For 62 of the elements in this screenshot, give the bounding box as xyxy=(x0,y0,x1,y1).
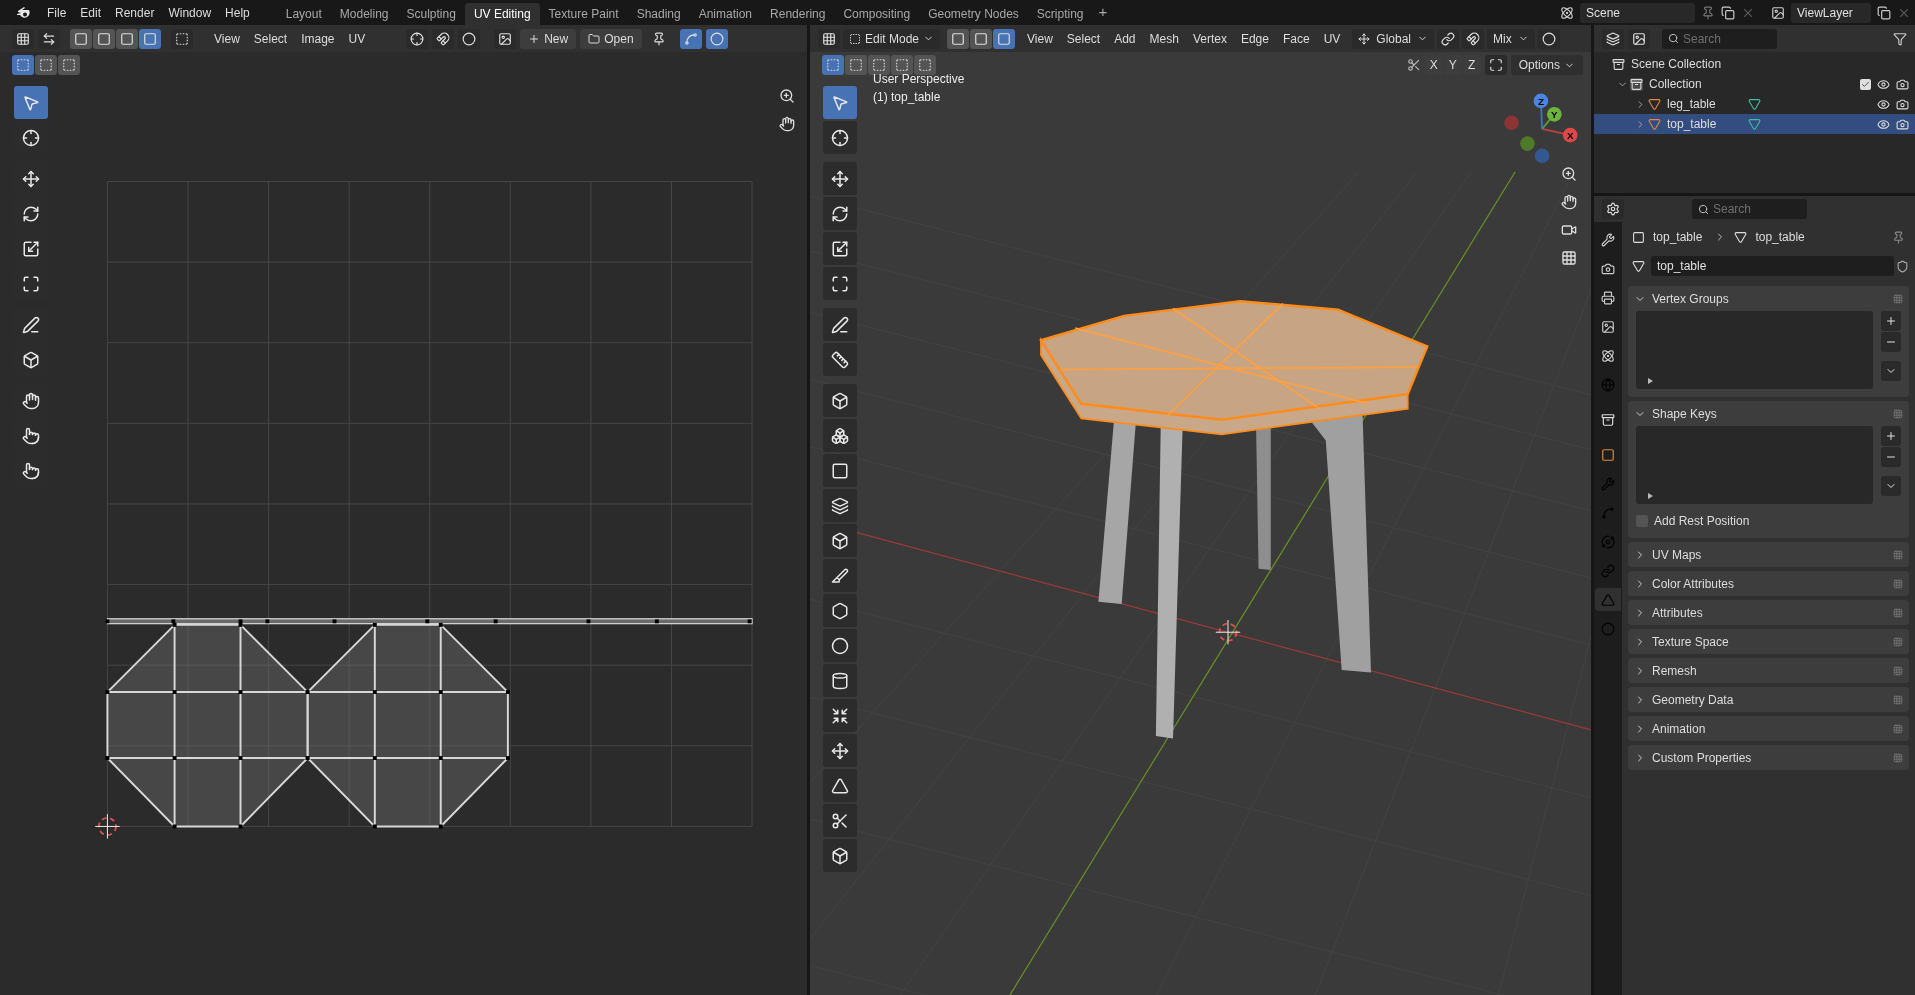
orientation-dropdown[interactable]: Global xyxy=(1352,28,1434,49)
workspace-tab[interactable]: UV Editing xyxy=(464,3,540,25)
menu-item[interactable]: File xyxy=(40,2,74,23)
outliner-row[interactable]: top_table xyxy=(1594,114,1915,134)
panel-header[interactable]: Color Attributes xyxy=(1628,571,1909,596)
panel-header[interactable]: Attributes xyxy=(1628,600,1909,625)
menu-item[interactable]: Edit xyxy=(73,2,109,23)
workspace-tab[interactable]: Shading xyxy=(627,3,690,25)
menu-item[interactable]: Select xyxy=(1059,28,1108,49)
panel-header[interactable]: Shape Keys xyxy=(1628,401,1909,426)
workspace-tab[interactable]: Layout xyxy=(276,3,331,25)
menu-item[interactable]: UV xyxy=(1316,28,1348,49)
outliner-row[interactable]: Collection xyxy=(1594,74,1915,94)
panel-header[interactable]: Geometry Data xyxy=(1628,687,1909,712)
menu-item[interactable]: Image xyxy=(294,28,342,49)
workspace-tab[interactable]: Compositing xyxy=(834,3,920,25)
outliner-label: leg_table xyxy=(1667,96,1716,113)
menu-item[interactable]: Help xyxy=(218,2,257,23)
panel-header[interactable]: Custom Properties xyxy=(1628,745,1909,770)
outliner-row[interactable]: Scene Collection xyxy=(1594,54,1915,74)
snap-target-dropdown[interactable]: Mix xyxy=(1487,28,1535,49)
open-image-button[interactable]: Open xyxy=(580,28,642,49)
panel-header[interactable]: Texture Space xyxy=(1628,629,1909,654)
menu-item[interactable]: Select xyxy=(246,28,295,49)
workspace-tab[interactable]: Animation xyxy=(689,3,762,25)
panel-header[interactable]: UV Maps xyxy=(1628,542,1909,567)
checkbox-label: Add Rest Position xyxy=(1654,513,1750,530)
menu-item[interactable]: Window xyxy=(161,2,219,23)
panel-header[interactable]: Vertex Groups xyxy=(1628,286,1909,311)
data-name-field[interactable]: top_table xyxy=(1651,256,1894,276)
outliner-label: top_table xyxy=(1667,116,1717,133)
viewport-info-text: User Perspective xyxy=(873,71,965,88)
options-dropdown[interactable]: Options xyxy=(1510,55,1583,75)
new-image-button[interactable]: New xyxy=(520,28,577,49)
menu-item[interactable]: View xyxy=(1020,28,1060,49)
menu-item[interactable]: Edge xyxy=(1233,28,1276,49)
menu-item[interactable]: Add xyxy=(1107,28,1143,49)
panel-header[interactable]: Animation xyxy=(1628,716,1909,741)
menu-item[interactable]: Face xyxy=(1275,28,1317,49)
workspace-tab[interactable]: Modeling xyxy=(330,3,398,25)
mode-dropdown[interactable]: Edit Mode xyxy=(843,28,941,49)
viewport-info-text: (1) top_table xyxy=(873,89,942,106)
outliner-label: Scene Collection xyxy=(1631,56,1722,73)
workspace-tab[interactable]: Scripting xyxy=(1027,3,1093,25)
breadcrumb-item[interactable]: top_table xyxy=(1755,228,1805,246)
add-workspace-button[interactable]: + xyxy=(1092,1,1114,24)
menu-item[interactable]: Mesh xyxy=(1142,28,1186,49)
outliner-row[interactable]: leg_table xyxy=(1594,94,1915,114)
outliner-label: Collection xyxy=(1649,76,1702,93)
panel-header[interactable]: Remesh xyxy=(1628,658,1909,683)
menu-item[interactable]: Vertex xyxy=(1185,28,1234,49)
workspace-tab[interactable]: Geometry Nodes xyxy=(919,3,1028,25)
breadcrumb-item[interactable]: top_table xyxy=(1653,228,1703,246)
view-layer-field[interactable]: ViewLayer xyxy=(1791,2,1871,23)
workspace-tab[interactable]: Rendering xyxy=(761,3,835,25)
workspace-tab[interactable]: Texture Paint xyxy=(539,3,628,25)
axis-gizmo[interactable]: X Y Z xyxy=(1504,93,1578,164)
workspace-tab[interactable]: Sculpting xyxy=(397,3,465,25)
menu-item[interactable]: Render xyxy=(108,2,162,23)
menu-item[interactable]: UV xyxy=(341,28,373,49)
scene-field[interactable]: Scene xyxy=(1580,2,1695,23)
menu-item[interactable]: View xyxy=(207,28,247,49)
